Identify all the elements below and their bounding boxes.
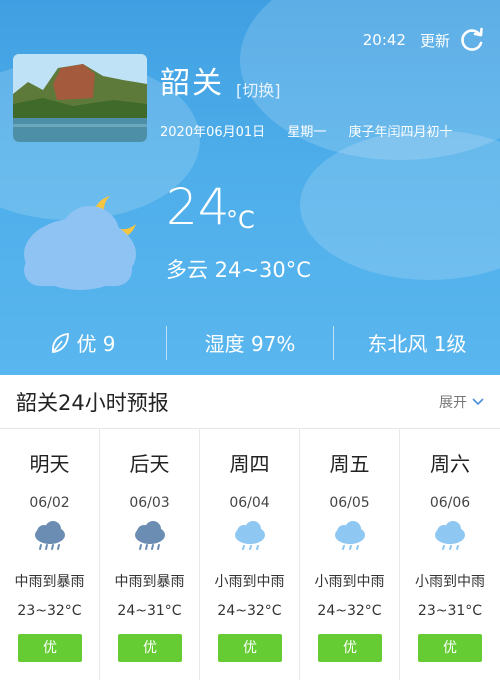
forecast-day[interactable]: 周四 06/04 小雨到中雨 24~32°C 优 (200, 429, 300, 680)
day-temperature: 23~31°C (417, 603, 483, 619)
wind: 东北风 1级 (333, 325, 500, 360)
humidity-value: 湿度 97% (204, 332, 296, 356)
light-rain-icon (335, 521, 365, 550)
aqi-badge: 优 (218, 634, 282, 662)
day-date: 06/02 (29, 495, 70, 511)
humidity: 湿度 97% (166, 325, 333, 360)
day-weather: 小雨到中雨 (415, 574, 485, 590)
day-date: 06/06 (429, 495, 471, 511)
day-weather: 中雨到暴雨 (114, 574, 185, 590)
city-name: 韶关 (160, 66, 224, 101)
update-time: 20:42 (362, 31, 406, 49)
day-temperature: 24~31°C (117, 603, 182, 619)
heavy-rain-icon (135, 521, 165, 550)
refresh-button[interactable]: 更新 (420, 30, 450, 51)
day-weather: 中雨到暴雨 (14, 574, 85, 590)
light-rain-icon (235, 521, 265, 550)
day-name: 后天 (129, 452, 170, 476)
top-bar: 20:42 更新 (363, 26, 486, 54)
forecast-day[interactable]: 明天 06/02 中雨到暴雨 23~32°C 优 (0, 429, 100, 680)
aqi-badge: 优 (318, 634, 382, 662)
day-temperature: 24~32°C (217, 603, 282, 619)
wind-value: 东北风 1级 (367, 332, 467, 356)
refresh-icon[interactable] (458, 26, 486, 54)
heavy-rain-icon (35, 521, 65, 550)
air-quality: 优 9 (0, 326, 166, 360)
date-line: 2020年06月01日 星期一 庚子年闰四月初十 (160, 121, 470, 140)
temperature-unit: °C (226, 206, 255, 234)
forecast-day[interactable]: 周五 06/05 小雨到中雨 24~32°C 优 (300, 429, 400, 680)
background-cloud (300, 130, 500, 280)
current-date: 2020年06月01日 (160, 125, 266, 140)
aqi-badge: 优 (418, 634, 482, 662)
expand-label: 展开 (439, 394, 467, 411)
weekday: 星期一 (287, 125, 327, 140)
day-name: 明天 (29, 452, 70, 476)
lunar-date: 庚子年闰四月初十 (348, 125, 453, 140)
weather-header: 20:42 更新 韶关 [切换] 2020年06月01日 星期一 庚子年闰四月初… (0, 0, 500, 375)
forecast-day[interactable]: 后天 06/03 中雨到暴雨 24~31°C 优 (100, 429, 200, 680)
partly-cloudy-night-icon (24, 196, 136, 290)
day-date: 06/03 (129, 495, 170, 511)
day-name: 周六 (430, 452, 470, 476)
day-weather: 小雨到中雨 (214, 574, 285, 590)
day-temperature: 24~32°C (317, 603, 382, 619)
expand-button[interactable]: 展开 (439, 392, 484, 412)
aqi-badge: 优 (18, 634, 82, 662)
forecast-header: 韶关24小时预报 展开 (0, 375, 500, 429)
air-quality-value: 优 9 (76, 332, 116, 356)
day-name: 周五 (329, 452, 370, 476)
forecast-title: 韶关24小时预报 (16, 390, 169, 415)
aqi-badge: 优 (118, 634, 182, 662)
day-name: 周四 (229, 452, 270, 476)
day-temperature: 23~32°C (17, 603, 82, 619)
current-temperature: 24 (166, 178, 230, 236)
day-weather: 小雨到中雨 (314, 574, 385, 590)
day-date: 06/04 (229, 495, 270, 511)
city-photo (13, 54, 147, 142)
chevron-down-icon (472, 397, 484, 405)
switch-city-link[interactable]: [切换] (236, 77, 281, 101)
forecast-day[interactable]: 周六 06/06 小雨到中雨 23~31°C 优 (400, 429, 500, 680)
leaf-icon (52, 332, 70, 353)
day-date: 06/05 (329, 495, 370, 511)
current-condition: 多云 24~30°C (166, 258, 311, 282)
forecast-days: 明天 06/02 中雨到暴雨 23~32°C 优 后天 06/03 中雨到暴雨 … (0, 429, 500, 680)
metrics-row: 优 9 湿度 97% 东北风 1级 (0, 310, 500, 375)
light-rain-icon (435, 521, 465, 550)
